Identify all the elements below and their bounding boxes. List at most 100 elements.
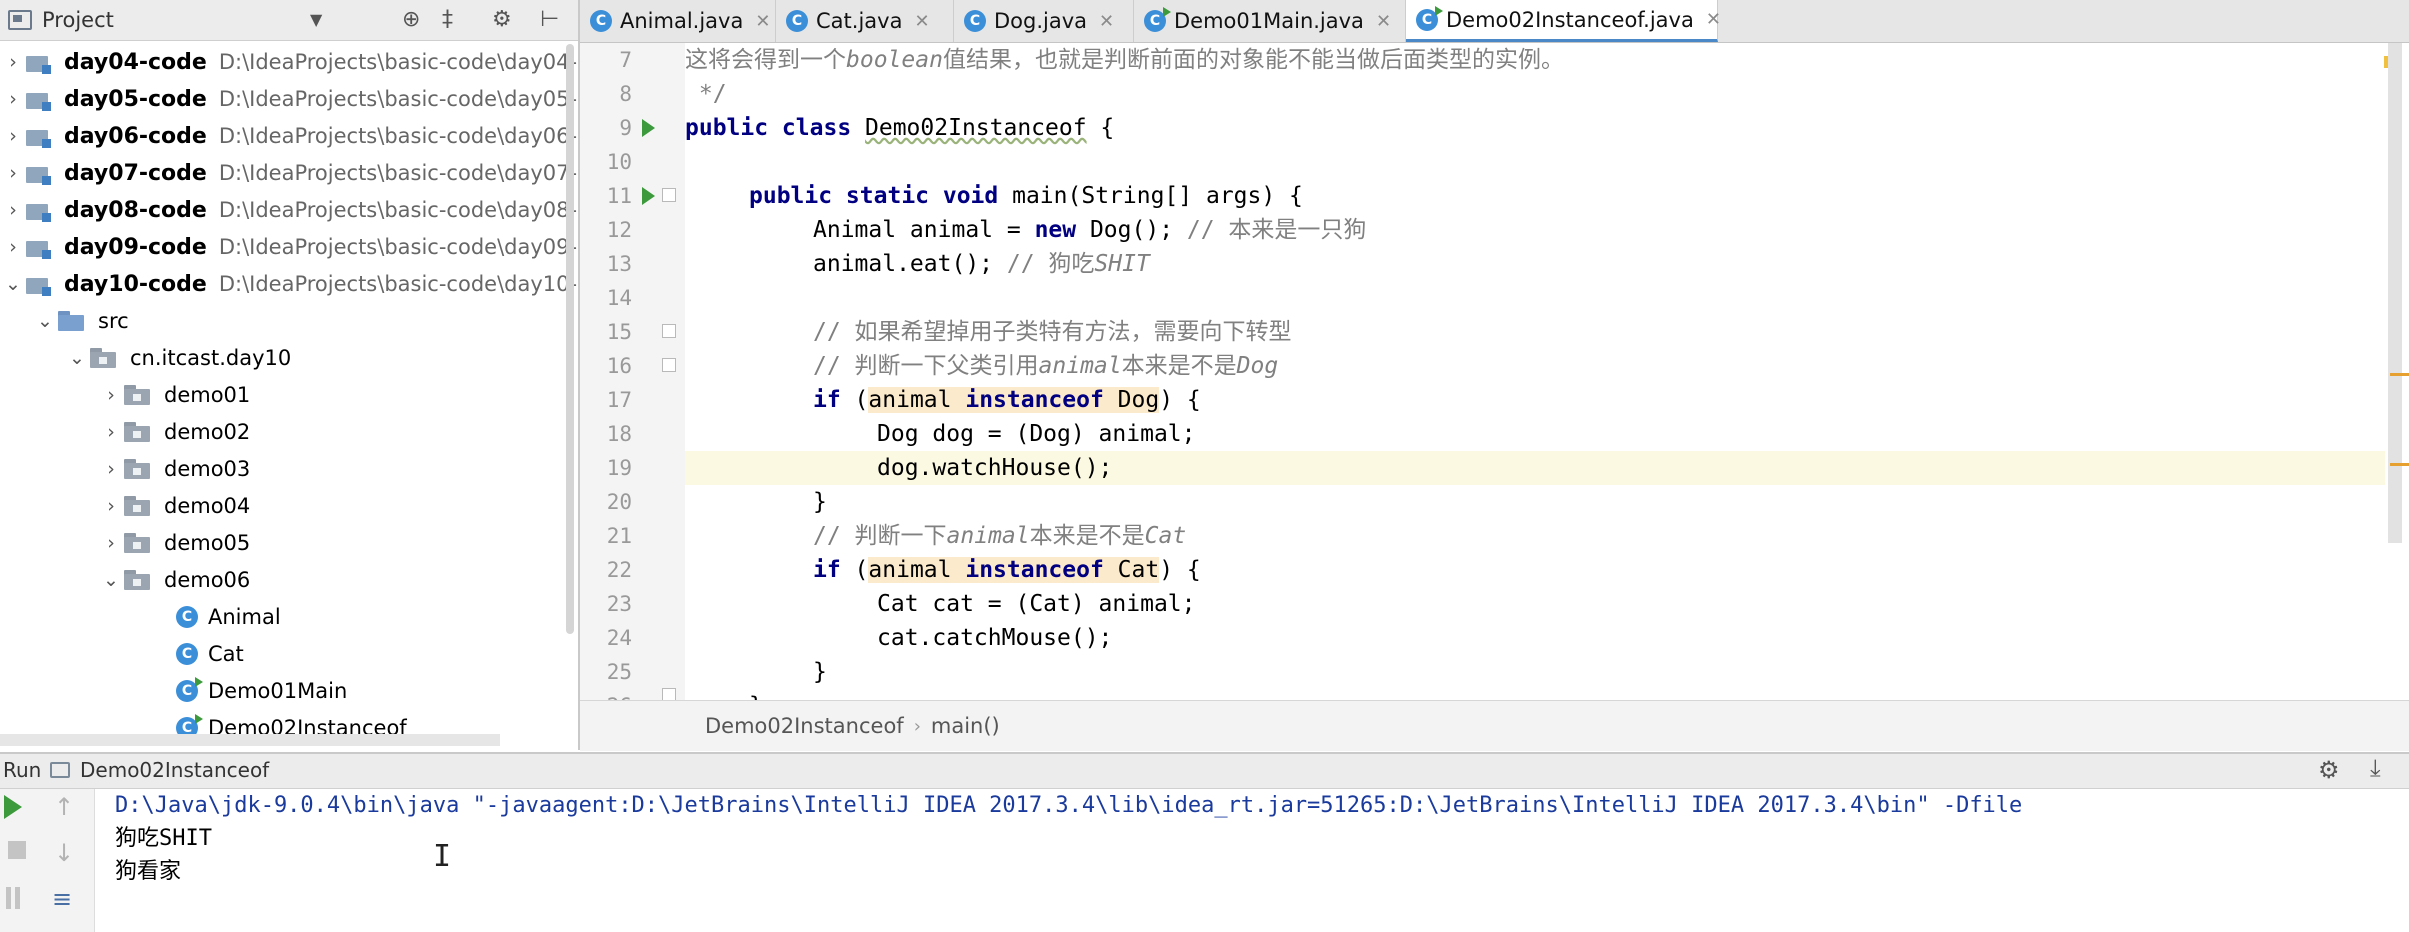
arrow-down-icon[interactable]: ↓: [54, 839, 74, 867]
breadcrumb-class[interactable]: Demo02Instanceof: [705, 714, 904, 738]
tab-dog[interactable]: C Dog.java ✕: [954, 0, 1134, 42]
fold-icon[interactable]: [662, 188, 676, 202]
class-icon: C: [590, 10, 612, 32]
chevron-right-icon[interactable]: ›: [98, 495, 124, 517]
chevron-right-icon[interactable]: ›: [98, 458, 124, 480]
chevron-right-icon[interactable]: ›: [98, 384, 124, 406]
line-number: 15: [606, 320, 632, 344]
package-label: demo04: [164, 494, 251, 518]
code-line-12: Animal animal = new Dog(); // 本来是一只狗: [813, 217, 1367, 243]
gear-icon[interactable]: ⚙: [2318, 756, 2340, 784]
arrow-up-icon[interactable]: ↑: [54, 793, 74, 821]
module-icon: [26, 237, 52, 259]
class-icon: C: [786, 10, 808, 32]
editor-vertical-scrollbar[interactable]: [2388, 43, 2402, 543]
chevron-down-icon[interactable]: ⌄: [64, 347, 90, 369]
chevron-down-icon[interactable]: ⌄: [0, 273, 26, 295]
hide-panel-icon[interactable]: ⊢: [540, 6, 559, 34]
chevron-right-icon[interactable]: ›: [0, 88, 26, 110]
chevron-down-icon[interactable]: ▼: [310, 6, 322, 34]
module-icon: [26, 200, 52, 222]
tree-module-day04[interactable]: › day04-code D:\IdeaProjects\basic-code\…: [0, 44, 578, 80]
tree-module-day08[interactable]: › day08-code D:\IdeaProjects\basic-code\…: [0, 192, 578, 228]
run-gutter-icon[interactable]: [642, 119, 655, 137]
code-line-24: cat.catchMouse();: [877, 625, 1113, 651]
code-area[interactable]: 这将会得到一个boolean值结果，也就是判断前面的对象能不能当做后面类型的实例…: [685, 43, 2409, 700]
fold-icon[interactable]: [662, 358, 676, 372]
tab-demo02instanceof[interactable]: C Demo02Instanceof.java ✕: [1406, 0, 1721, 42]
tree-package-demo04[interactable]: › demo04: [98, 488, 250, 524]
line-number: 22: [606, 558, 632, 582]
package-icon: [124, 422, 152, 442]
pause-icon[interactable]: [6, 887, 20, 909]
tree-module-day09[interactable]: › day09-code D:\IdeaProjects\basic-code\…: [0, 229, 578, 265]
collapse-all-icon[interactable]: ‡: [442, 6, 453, 34]
line-number: 8: [619, 82, 632, 106]
code-line-11: public static void main(String[] args) {: [749, 183, 1303, 209]
project-view-selector[interactable]: Project: [8, 6, 114, 34]
tree-module-day10[interactable]: ⌄ day10-code D:\IdeaProjects\basic-code\…: [0, 266, 578, 302]
chevron-right-icon[interactable]: ›: [0, 162, 26, 184]
run-configuration-tab[interactable]: Demo02Instanceof: [80, 758, 269, 782]
stop-icon[interactable]: [8, 841, 26, 859]
close-icon[interactable]: ✕: [1706, 9, 1721, 30]
tree-package[interactable]: ⌄ cn.itcast.day10: [64, 340, 291, 376]
scroll-from-source-icon[interactable]: ⊕: [402, 6, 420, 34]
run-panel-title: Run: [3, 758, 42, 782]
tree-horizontal-scrollbar[interactable]: [0, 734, 500, 746]
tab-cat[interactable]: C Cat.java ✕: [776, 0, 954, 42]
run-gutter-icon[interactable]: [642, 187, 655, 205]
gear-icon[interactable]: ⚙: [492, 6, 512, 34]
tree-package-demo01[interactable]: › demo01: [98, 377, 250, 413]
close-icon[interactable]: ✕: [1376, 11, 1391, 32]
tab-label: Animal.java: [620, 9, 744, 33]
code-line-15: // 如果希望掉用子类特有方法，需要向下转型: [813, 319, 1292, 345]
tree-class-demo01main[interactable]: C Demo01Main: [176, 673, 347, 709]
chevron-right-icon[interactable]: ›: [0, 199, 26, 221]
code-line-18: Dog dog = (Dog) animal;: [877, 421, 1196, 447]
chevron-right-icon[interactable]: ›: [98, 532, 124, 554]
close-icon[interactable]: ✕: [755, 11, 770, 32]
tree-class-cat[interactable]: C Cat: [176, 636, 244, 672]
chevron-right-icon[interactable]: ›: [0, 236, 26, 258]
module-name: day04-code: [64, 49, 207, 75]
chevron-right-icon[interactable]: ›: [0, 125, 26, 147]
tree-package-demo06[interactable]: ⌄ demo06: [98, 562, 250, 598]
tab-animal[interactable]: C Animal.java ✕: [580, 0, 776, 42]
hide-panel-icon[interactable]: ⤓: [2370, 754, 2381, 782]
soft-wrap-icon[interactable]: ≡: [52, 885, 72, 913]
console-output-line: 狗看家: [115, 859, 182, 884]
tree-module-day06[interactable]: › day06-code D:\IdeaProjects\basic-code\…: [0, 118, 578, 154]
close-icon[interactable]: ✕: [914, 11, 929, 32]
stripe-marker[interactable]: [2390, 463, 2409, 466]
tree-module-day05[interactable]: › day05-code D:\IdeaProjects\basic-code\…: [0, 81, 578, 117]
tree-package-demo05[interactable]: › demo05: [98, 525, 250, 561]
line-number: 23: [606, 592, 632, 616]
console-output-line: 狗吃SHIT: [115, 826, 212, 851]
breadcrumb-method[interactable]: main(): [931, 714, 1000, 738]
tree-vertical-scrollbar[interactable]: [566, 44, 574, 634]
chevron-down-icon[interactable]: ⌄: [98, 569, 124, 591]
line-number: 11: [606, 184, 632, 208]
module-icon: [26, 163, 52, 185]
tree-class-animal[interactable]: C Animal: [176, 599, 281, 635]
console-output[interactable]: D:\Java\jdk-9.0.4\bin\java "-javaagent:D…: [115, 789, 2409, 932]
package-icon: [124, 533, 152, 553]
tree-folder-src[interactable]: ⌄ src: [32, 303, 129, 339]
class-label: Demo01Main: [208, 679, 348, 703]
stripe-marker[interactable]: [2390, 373, 2409, 376]
tree-module-day07[interactable]: › day07-code D:\IdeaProjects\basic-code\…: [0, 155, 578, 191]
chevron-right-icon[interactable]: ›: [0, 51, 26, 73]
tree-package-demo03[interactable]: › demo03: [98, 451, 250, 487]
console-command-line: D:\Java\jdk-9.0.4\bin\java "-javaagent:D…: [115, 793, 2023, 818]
rerun-icon[interactable]: [4, 795, 22, 819]
tab-demo01main[interactable]: C Demo01Main.java ✕: [1134, 0, 1406, 42]
fold-icon[interactable]: [662, 324, 676, 338]
tab-label: Demo02Instanceof.java: [1446, 7, 1694, 32]
chevron-right-icon[interactable]: ›: [98, 421, 124, 443]
close-icon[interactable]: ✕: [1099, 11, 1114, 32]
line-number: 9: [619, 116, 632, 140]
chevron-down-icon[interactable]: ⌄: [32, 310, 58, 332]
tree-package-demo02[interactable]: › demo02: [98, 414, 250, 450]
line-number: 12: [606, 218, 632, 242]
